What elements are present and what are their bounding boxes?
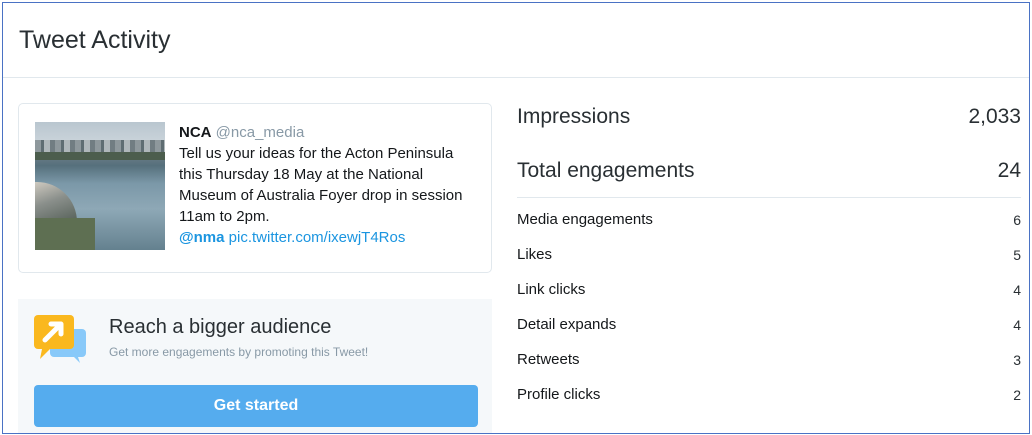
metric-label: Link clicks bbox=[517, 281, 586, 298]
metric-label: Profile clicks bbox=[517, 386, 601, 403]
promote-title: Reach a bigger audience bbox=[109, 316, 332, 338]
list-item: Profile clicks 2 bbox=[517, 377, 1021, 412]
list-item: Retweets 3 bbox=[517, 342, 1021, 377]
metric-value: 5 bbox=[1013, 246, 1021, 263]
impressions-row: Impressions 2,033 bbox=[517, 99, 1021, 135]
metric-label: Retweets bbox=[517, 351, 580, 368]
header: Tweet Activity bbox=[3, 3, 1029, 78]
tweet-card[interactable]: NCA @nca_media Tell us your ideas for th… bbox=[18, 103, 492, 273]
engagement-breakdown-list: Media engagements 6 Likes 5 Link clicks … bbox=[517, 202, 1021, 412]
metric-label: Likes bbox=[517, 246, 553, 263]
tweet-photo[interactable] bbox=[35, 122, 165, 250]
metric-value: 6 bbox=[1013, 211, 1021, 228]
tweet-text: Tell us your ideas for the Acton Peninsu… bbox=[179, 145, 463, 225]
metric-value: 3 bbox=[1013, 351, 1021, 368]
tweet-author-handle[interactable]: @nca_media bbox=[216, 124, 305, 141]
promote-panel: Reach a bigger audience Get more engagem… bbox=[18, 299, 492, 433]
photo-shore bbox=[35, 218, 95, 250]
total-engagements-label: Total engagements bbox=[517, 159, 695, 182]
page-title: Tweet Activity bbox=[19, 25, 171, 54]
impressions-value: 2,033 bbox=[968, 105, 1021, 128]
get-started-button[interactable]: Get started bbox=[34, 385, 478, 427]
photo-trees bbox=[35, 152, 165, 160]
metric-value: 2 bbox=[1013, 386, 1021, 403]
list-item: Link clicks 4 bbox=[517, 272, 1021, 307]
megaphone-chat-icon bbox=[34, 315, 86, 363]
metric-value: 4 bbox=[1013, 281, 1021, 298]
list-item: Likes 5 bbox=[517, 237, 1021, 272]
tweet-media-link[interactable]: pic.twitter.com/ixewjT4Ros bbox=[229, 229, 406, 246]
tweet-mention-link[interactable]: @nma bbox=[179, 229, 224, 246]
metric-value: 4 bbox=[1013, 316, 1021, 333]
tweet-activity-window: Tweet Activity NCA @nca_media Tell us yo… bbox=[2, 2, 1030, 434]
metric-label: Media engagements bbox=[517, 211, 653, 228]
list-item: Media engagements 6 bbox=[517, 202, 1021, 237]
list-item: Detail expands 4 bbox=[517, 307, 1021, 342]
impressions-label: Impressions bbox=[517, 105, 631, 128]
tweet-body: NCA @nca_media Tell us your ideas for th… bbox=[179, 122, 479, 248]
promote-subtitle: Get more engagements by promoting this T… bbox=[109, 345, 369, 359]
metrics-panel: Impressions 2,033 Total engagements 24 M… bbox=[517, 99, 1021, 412]
photo-building bbox=[35, 182, 77, 222]
metric-label: Detail expands bbox=[517, 316, 617, 333]
tweet-author-name[interactable]: NCA bbox=[179, 124, 212, 141]
total-engagements-row: Total engagements 24 bbox=[517, 151, 1021, 198]
total-engagements-value: 24 bbox=[997, 159, 1021, 182]
